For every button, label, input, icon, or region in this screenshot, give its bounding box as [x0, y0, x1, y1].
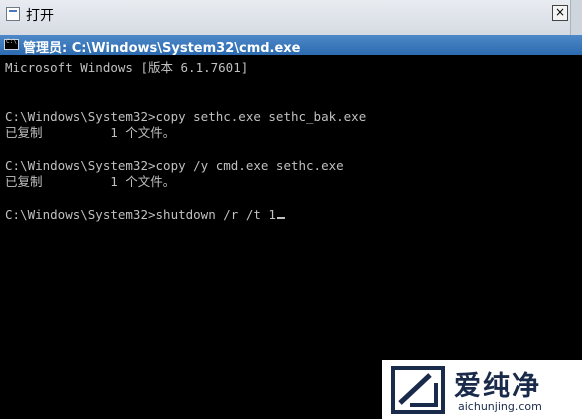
cmd-titlebar[interactable]: 管理员: C:\Windows\System32\cmd.exe — [0, 35, 582, 56]
dialog-title: 打开 — [26, 8, 54, 24]
background-open-dialog: 打开 × — [0, 0, 582, 36]
console-line: 已复制 1 个文件。 — [5, 125, 176, 140]
watermark: 爱纯净 aichunjing.com — [382, 360, 582, 419]
console-line: C:\Windows\System32>copy /y cmd.exe seth… — [5, 158, 344, 173]
console-line: Microsoft Windows [版本 6.1.7601] — [5, 60, 249, 75]
document-icon — [6, 7, 20, 21]
close-button[interactable]: × — [552, 5, 568, 21]
console-line: 已复制 1 个文件。 — [5, 174, 176, 189]
scrollbar[interactable] — [570, 0, 582, 35]
console-line: C:\Windows\System32>copy sethc.exe sethc… — [5, 109, 367, 124]
aichunjing-logo — [391, 366, 445, 414]
cmd-icon — [4, 38, 19, 50]
console-command: C:\Windows\System32>shutdown /r /t 1 — [5, 207, 276, 222]
cmd-window-title: 管理员: C:\Windows\System32\cmd.exe — [23, 41, 301, 56]
console-prompt-line[interactable]: C:\Windows\System32>shutdown /r /t 1 — [5, 207, 285, 223]
watermark-url: aichunjing.com — [458, 400, 542, 413]
watermark-brand: 爱纯净 — [454, 371, 541, 402]
text-cursor — [276, 217, 285, 219]
